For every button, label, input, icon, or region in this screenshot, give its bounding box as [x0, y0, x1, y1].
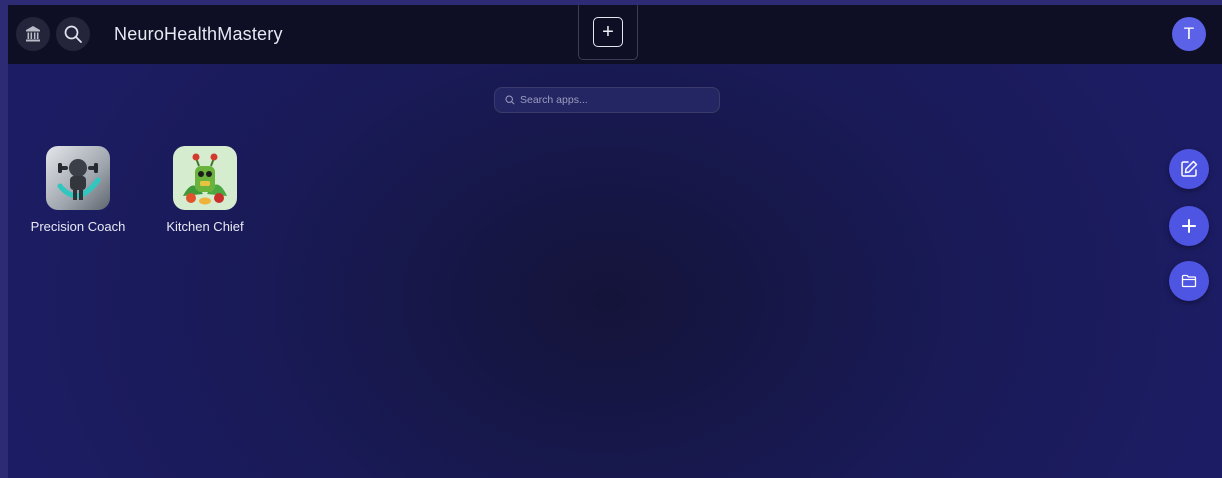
brand-title: NeuroHealthMastery	[114, 24, 283, 44]
search-icon	[505, 95, 515, 105]
edit-button[interactable]	[1169, 149, 1209, 189]
app-tile-kitchen-chief[interactable]: Kitchen Chief	[150, 146, 260, 234]
edit-icon	[1181, 160, 1198, 177]
folder-button[interactable]	[1169, 261, 1209, 301]
create-button[interactable]: +	[578, 5, 638, 60]
search-input[interactable]	[520, 94, 700, 106]
fitness-robot-icon	[46, 146, 110, 210]
plus-icon	[1182, 219, 1196, 233]
search-bar[interactable]	[494, 87, 720, 113]
avatar[interactable]: T	[1172, 17, 1206, 51]
folder-icon	[1181, 274, 1197, 288]
app-label: Kitchen Chief	[166, 219, 244, 234]
add-button[interactable]	[1169, 206, 1209, 246]
search-icon	[64, 25, 82, 43]
plus-icon: +	[593, 17, 623, 47]
search-button[interactable]	[56, 17, 90, 51]
app-label: Precision Coach	[30, 219, 126, 234]
vegetable-robot-icon	[173, 146, 237, 210]
home-button[interactable]	[16, 17, 50, 51]
app-tile-precision-coach[interactable]: Precision Coach	[23, 146, 133, 234]
bank-icon	[26, 26, 40, 42]
app-window: NeuroHealthMastery + T Search apps... Pr…	[8, 5, 1222, 478]
top-bar: NeuroHealthMastery + T	[8, 5, 1222, 64]
